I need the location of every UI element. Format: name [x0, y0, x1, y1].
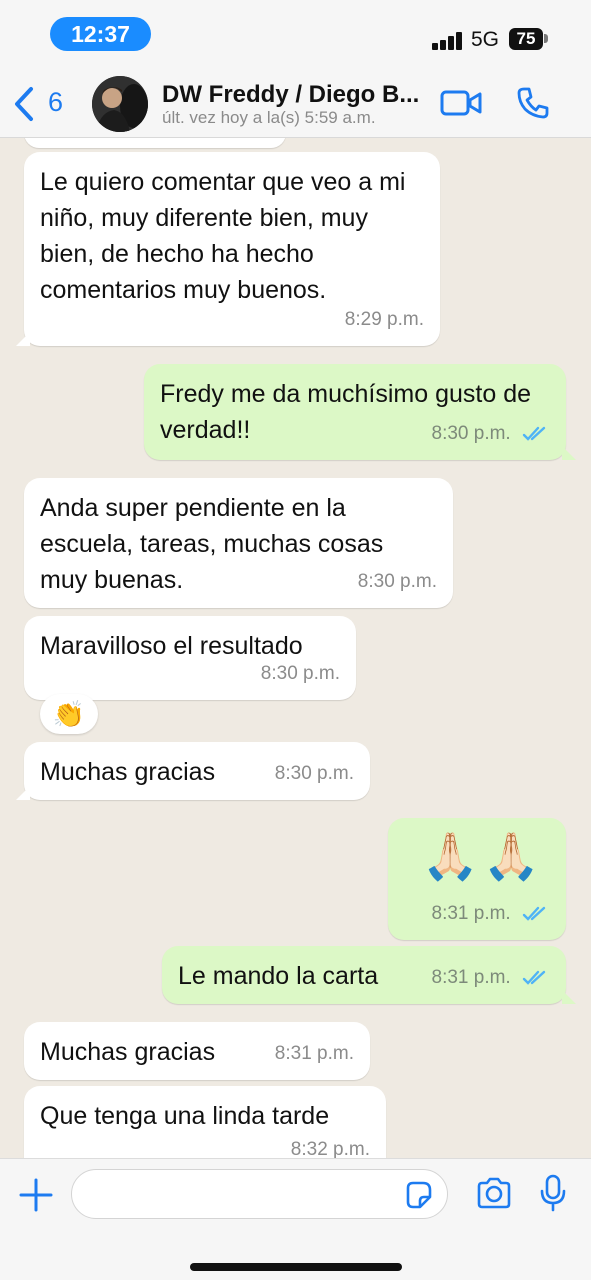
read-receipt-icon: [522, 426, 546, 441]
message-time: 8:32 p.m.: [290, 1139, 370, 1158]
message-incoming[interactable]: Muchas gracias 8:31 p.m.: [24, 1022, 370, 1080]
chat-header: 6 DW Freddy / Diego B... últ. vez hoy a …: [0, 70, 591, 138]
message-time: 8:30 p.m.: [260, 663, 340, 684]
contact-name[interactable]: DW Freddy / Diego B...: [162, 81, 419, 109]
unread-count: 6: [48, 87, 64, 117]
avatar-image: [92, 76, 148, 132]
composer-bar: [0, 1158, 591, 1280]
sticker-icon[interactable]: [403, 1180, 433, 1210]
back-button[interactable]: 6: [12, 84, 82, 124]
message-time: 8:31 p.m.: [431, 967, 511, 988]
message-text: Que tenga una linda tarde: [40, 1102, 330, 1130]
microphone-icon[interactable]: [538, 1173, 568, 1213]
message-incoming[interactable]: Le quiero comentar que veo a mi niño, mu…: [24, 152, 440, 346]
message-outgoing[interactable]: 🙏🏻🙏🏻 8:31 p.m.: [388, 818, 566, 940]
message-text: Le quiero comentar que veo a mi niño, mu…: [40, 168, 406, 304]
status-bar: 12:37 5G 75: [0, 0, 591, 70]
message-time: 8:30 p.m.: [357, 571, 437, 592]
message-list[interactable]: Le quiero comentar que veo a mi niño, mu…: [0, 138, 591, 1158]
home-indicator: [190, 1263, 402, 1271]
reaction-badge[interactable]: 👏: [40, 694, 98, 734]
bubble-tail: [16, 332, 30, 346]
signal-icon: [432, 32, 464, 50]
message-time: 8:30 p.m.: [274, 763, 354, 784]
message-meta: 8:31 p.m.: [432, 896, 551, 932]
message-emoji: 🙏🏻🙏🏻: [421, 830, 544, 882]
battery-icon: 75: [509, 28, 543, 50]
read-receipt-icon: [522, 970, 546, 985]
message-time: 8:31 p.m.: [274, 1043, 354, 1064]
avatar[interactable]: [92, 76, 148, 132]
video-call-icon[interactable]: [440, 88, 482, 118]
message-outgoing[interactable]: Fredy me da muchísimo gusto de verdad!! …: [144, 364, 566, 460]
message-meta: 8:31 p.m.: [432, 960, 551, 996]
message-time: 8:31 p.m.: [431, 903, 511, 924]
chevron-left-icon: [15, 87, 33, 121]
read-receipt-icon: [522, 906, 546, 921]
message-incoming[interactable]: Maravilloso el resultado 8:30 p.m.: [24, 616, 356, 700]
message-time: 8:29 p.m.: [344, 309, 424, 330]
message-time: 8:30 p.m.: [431, 423, 511, 444]
status-time: 12:37: [50, 17, 151, 51]
previous-message-fragment: [24, 138, 286, 148]
message-meta: 8:30 p.m.: [432, 416, 551, 452]
phone-icon[interactable]: [516, 86, 550, 120]
plus-icon[interactable]: [16, 1175, 56, 1215]
message-input[interactable]: [71, 1169, 448, 1219]
message-outgoing[interactable]: Le mando la carta 8:31 p.m.: [162, 946, 566, 1004]
camera-icon[interactable]: [475, 1177, 513, 1209]
battery-tip: [544, 34, 548, 43]
bubble-tail: [562, 990, 576, 1004]
network-label: 5G: [471, 28, 500, 51]
message-incoming[interactable]: Que tenga una linda tarde 8:32 p.m.: [24, 1086, 386, 1158]
message-incoming[interactable]: Anda super pendiente en la escuela, tare…: [24, 478, 453, 608]
last-seen-status: últ. vez hoy a la(s) 5:59 a.m.: [162, 108, 376, 127]
bubble-tail: [562, 446, 576, 460]
message-incoming[interactable]: Muchas gracias 8:30 p.m.: [24, 742, 370, 800]
